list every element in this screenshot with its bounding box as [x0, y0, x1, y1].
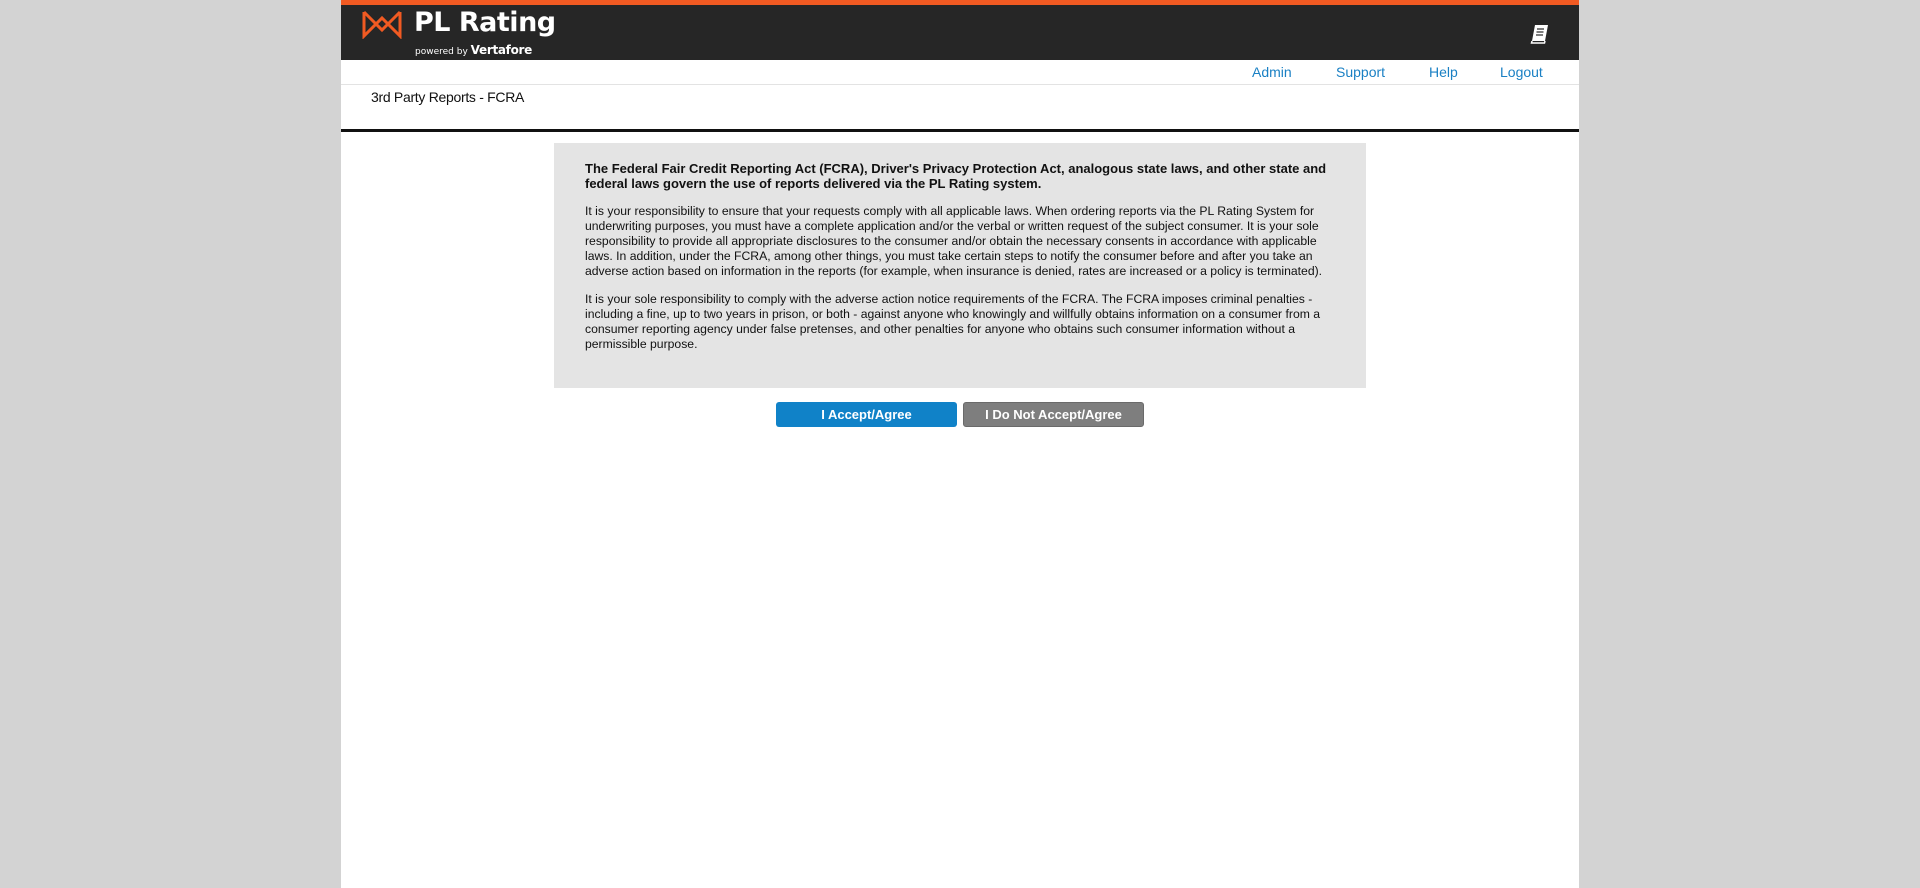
fcra-notice-panel: The Federal Fair Credit Reporting Act (F…: [554, 143, 1366, 388]
brand-name: PL Rating: [414, 7, 556, 38]
notice-paragraph-2: It is your sole responsibility to comply…: [585, 292, 1321, 351]
notice-heading: The Federal Fair Credit Reporting Act (F…: [585, 161, 1327, 191]
page-title: 3rd Party Reports - FCRA: [371, 89, 525, 105]
decline-button[interactable]: I Do Not Accept/Agree: [963, 402, 1144, 427]
page-container: PL Rating powered by Vertafore Admin Sup…: [341, 0, 1579, 888]
vertafore-logo-icon: [362, 10, 402, 39]
nav-help-link[interactable]: Help: [1429, 64, 1458, 80]
powered-by-label: powered by: [415, 47, 468, 57]
book-icon[interactable]: [1529, 23, 1551, 45]
top-header-bar: PL Rating powered by Vertafore: [341, 0, 1579, 60]
top-nav: Admin Support Help Logout: [341, 60, 1579, 85]
title-divider: [341, 129, 1579, 132]
powered-by-text: powered by Vertafore: [415, 43, 532, 57]
nav-support-link[interactable]: Support: [1336, 64, 1385, 80]
accept-button[interactable]: I Accept/Agree: [776, 402, 957, 427]
nav-logout-link[interactable]: Logout: [1500, 64, 1543, 80]
nav-admin-link[interactable]: Admin: [1252, 64, 1292, 80]
notice-paragraph-1: It is your responsibility to ensure that…: [585, 204, 1323, 278]
vendor-name: Vertafore: [470, 43, 533, 57]
